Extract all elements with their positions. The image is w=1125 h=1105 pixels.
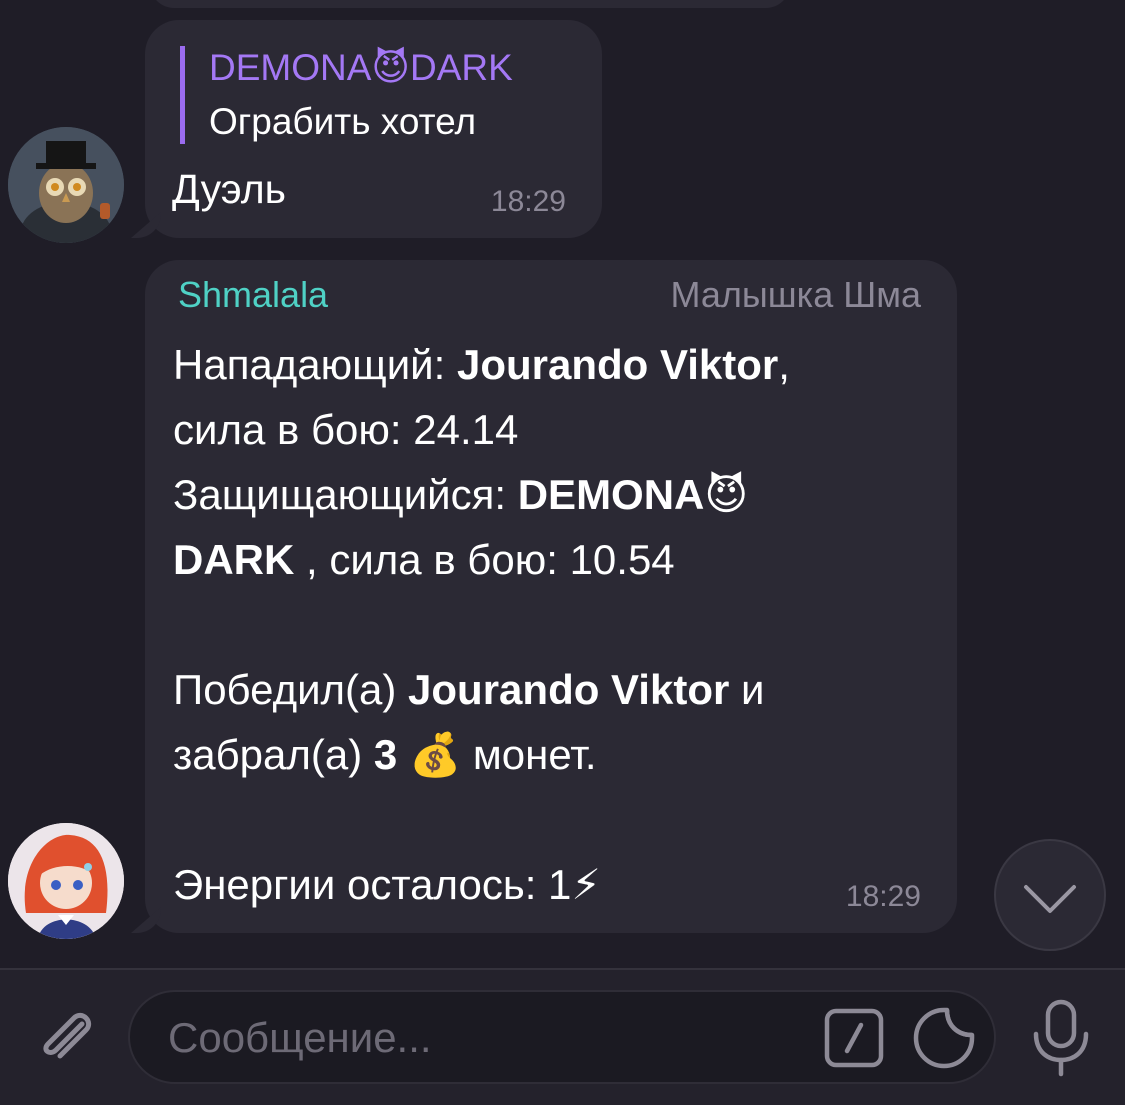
winner-name: Jourando Viktor xyxy=(408,666,730,713)
devil-emoji: 😈 xyxy=(704,470,749,519)
commands-icon xyxy=(824,1008,884,1068)
attach-icon xyxy=(43,1012,92,1059)
money-bag-emoji: 💰 xyxy=(408,730,462,779)
message-time: 18:29 xyxy=(490,185,566,218)
message-bubble-duel[interactable]: DEMONA😈DARK Ограбить хотел Дуэль 18:29 xyxy=(145,20,602,238)
microphone-icon xyxy=(1033,999,1089,1077)
coins-amount: 3 xyxy=(373,731,398,778)
sender-name[interactable]: Shmalala xyxy=(178,274,328,316)
message-text: Нападающий: Jourando Viktor, сила в бою:… xyxy=(173,341,790,909)
commands-button[interactable] xyxy=(823,1007,885,1074)
scroll-to-bottom-button[interactable] xyxy=(994,839,1106,951)
attacker-name: Jourando Viktor xyxy=(456,341,779,388)
voice-message-button[interactable] xyxy=(1026,998,1096,1083)
message-bubble-duel-result[interactable]: Shmalala Малышка Шма Нападающий: Jourand… xyxy=(145,260,957,933)
message-text: Дуэль xyxy=(172,166,287,212)
previous-message-bubble xyxy=(150,0,790,8)
sender-rank: Малышка Шма xyxy=(670,274,921,315)
reply-quote[interactable]: DEMONA😈DARK Ограбить хотел xyxy=(180,46,513,144)
reply-text: Ограбить хотел xyxy=(209,101,477,142)
attach-button[interactable] xyxy=(28,1000,104,1081)
owl-avatar[interactable] xyxy=(8,127,124,243)
message-time: 18:29 xyxy=(845,880,921,913)
lightning-emoji: ⚡ xyxy=(571,860,601,909)
chevron-down-icon xyxy=(1024,885,1076,913)
shmalala-avatar[interactable] xyxy=(8,823,124,939)
message-input-placeholder: Сообщение... xyxy=(168,1014,432,1061)
devil-emoji: 😈 xyxy=(371,46,410,89)
reply-author: DEMONA😈DARK xyxy=(209,46,513,89)
sticker-button[interactable] xyxy=(911,1005,977,1076)
sticker-icon xyxy=(913,1007,975,1069)
